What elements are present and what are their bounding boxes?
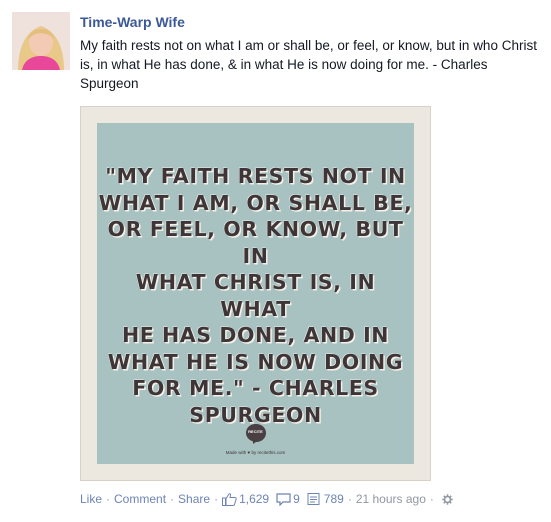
post-actions: Like · Comment · Share · 1,629 9 789 · 2…: [80, 491, 453, 507]
share-count[interactable]: 789: [307, 492, 344, 506]
quote-line: "MY FAITH RESTS NOT IN: [105, 164, 406, 188]
thumbs-up-icon: [222, 492, 237, 506]
separator: ·: [106, 492, 111, 506]
separator: ·: [170, 492, 175, 506]
quote-line: WHAT CHRIST IS, IN WHAT: [135, 270, 376, 321]
comment-count-value: 9: [293, 492, 300, 506]
post-photo[interactable]: "MY FAITH RESTS NOT IN WHAT I AM, OR SHA…: [80, 106, 431, 481]
badge-label: RECITE: [248, 429, 263, 434]
share-icon: [307, 492, 320, 505]
recite-logo-icon: RECITE: [245, 423, 267, 445]
quote-line: OR FEEL, OR KNOW, BUT IN: [107, 217, 404, 268]
quote-image: "MY FAITH RESTS NOT IN WHAT I AM, OR SHA…: [97, 123, 414, 464]
like-count[interactable]: 1,629: [222, 492, 269, 506]
quote-text: "MY FAITH RESTS NOT IN WHAT I AM, OR SHA…: [97, 163, 414, 428]
like-link[interactable]: Like: [80, 492, 102, 506]
separator: ·: [429, 492, 434, 506]
comment-link[interactable]: Comment: [114, 492, 166, 506]
quote-line: WHAT HE IS NOW DOING: [107, 349, 404, 374]
separator: ·: [214, 492, 219, 506]
post-text: My faith rests not on what I am or shall…: [80, 38, 537, 91]
timestamp[interactable]: 21 hours ago: [356, 492, 426, 506]
quote-line: WHAT I AM, OR SHALL BE,: [98, 190, 413, 215]
author-name[interactable]: Time-Warp Wife: [80, 14, 185, 30]
quote-line: HE HAS DONE, AND IN: [121, 323, 390, 347]
avatar[interactable]: [12, 12, 70, 70]
share-link[interactable]: Share: [178, 492, 210, 506]
like-count-value: 1,629: [239, 492, 270, 506]
comment-count[interactable]: 9: [276, 492, 300, 506]
made-with-credit: Made with ♥ by recitethis.com: [225, 450, 286, 455]
quote-line: FOR ME." - CHARLES: [132, 376, 379, 400]
gear-icon[interactable]: [442, 493, 453, 505]
facebook-post: Time-Warp Wife My faith rests not on wha…: [0, 0, 551, 522]
avatar-image: [12, 12, 70, 70]
separator: ·: [347, 492, 352, 506]
share-count-value: 789: [323, 492, 344, 506]
comment-icon: [276, 492, 291, 506]
